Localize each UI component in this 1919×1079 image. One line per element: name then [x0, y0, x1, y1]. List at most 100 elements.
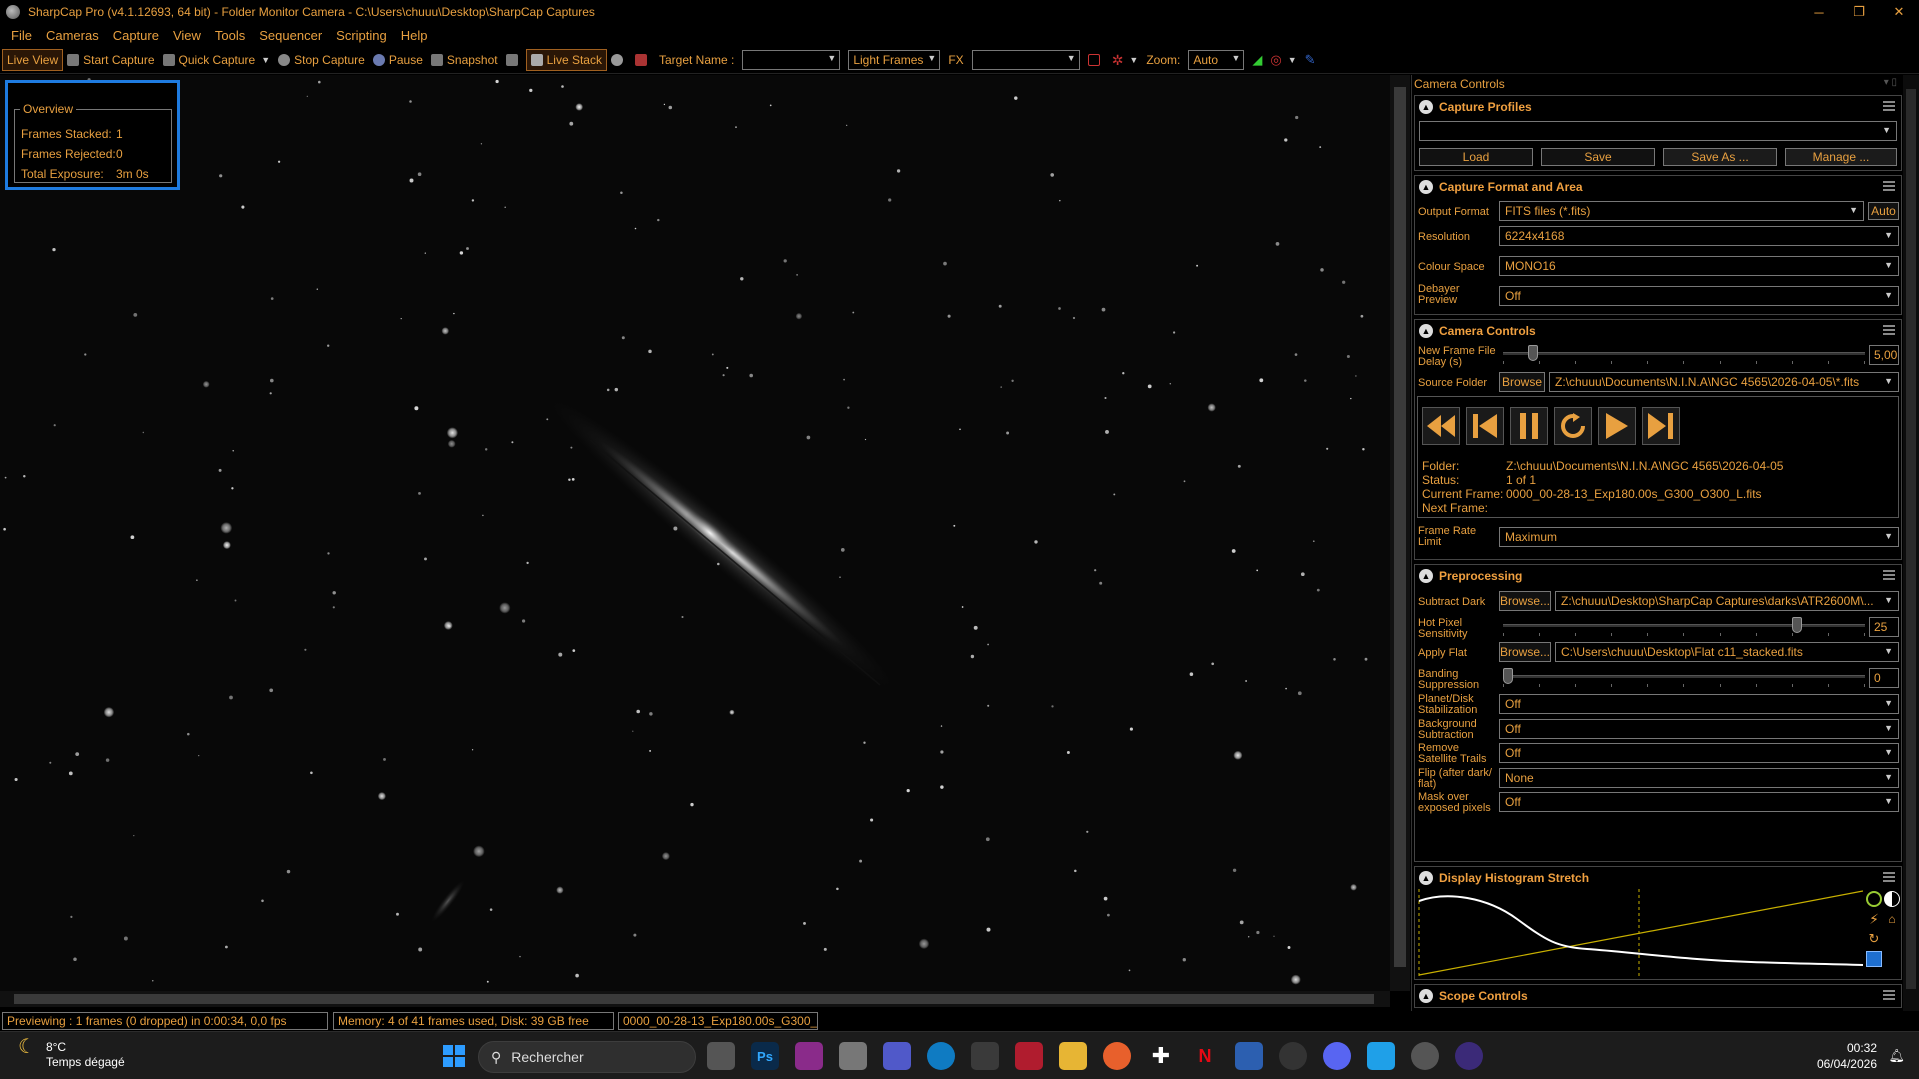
contrast-icon[interactable]: [1884, 891, 1900, 907]
zoom-select[interactable]: Auto ▼: [1188, 50, 1245, 70]
snipping-tool-icon[interactable]: [795, 1042, 823, 1070]
menu-icon[interactable]: [1883, 325, 1895, 335]
menu-capture[interactable]: Capture: [106, 28, 166, 43]
restore-button[interactable]: ❐: [1839, 0, 1879, 24]
lock-icon[interactable]: ⌂: [1884, 911, 1900, 927]
manage-profiles-button[interactable]: Manage ...: [1785, 148, 1897, 166]
frame-rate-limit-select[interactable]: Maximum ▼: [1499, 527, 1899, 547]
auto-format-button[interactable]: Auto: [1868, 202, 1899, 220]
source-folder-select[interactable]: Z:\chuuu\Documents\N.I.N.A\NGC 4565\2026…: [1549, 372, 1899, 392]
background-subtraction-select[interactable]: Off ▼: [1499, 719, 1899, 739]
panel-scrollbar[interactable]: [1903, 75, 1919, 1011]
save-as-profile-button[interactable]: Save As ...: [1663, 148, 1777, 166]
satellite-trails-select[interactable]: Off ▼: [1499, 743, 1899, 763]
pin-icon[interactable]: ▾ ▯: [1884, 77, 1897, 88]
apply-flat-select[interactable]: C:\Users\chuuu\Desktop\Flat c11_stacked.…: [1555, 642, 1899, 662]
output-format-select[interactable]: FITS files (*.fits) ▼: [1499, 201, 1864, 221]
planet-stabilization-select[interactable]: Off ▼: [1499, 694, 1899, 714]
slider-knob[interactable]: [1503, 668, 1513, 684]
image-viewport[interactable]: [0, 75, 1390, 991]
target-name-input[interactable]: ▼: [742, 50, 841, 70]
hot-pixel-slider[interactable]: [1503, 617, 1865, 637]
menu-icon[interactable]: [1883, 872, 1895, 882]
edge-icon[interactable]: [927, 1042, 955, 1070]
scroll-thumb[interactable]: [1906, 89, 1916, 989]
banding-slider[interactable]: [1503, 668, 1865, 688]
app-icon-red[interactable]: [1015, 1042, 1043, 1070]
collapse-icon[interactable]: ▲: [1419, 989, 1433, 1003]
camera-controls-header[interactable]: ▲ Camera Controls: [1415, 320, 1901, 342]
banding-value[interactable]: 0: [1869, 668, 1899, 688]
image-horizontal-scrollbar[interactable]: [0, 991, 1390, 1007]
browse-source-folder-button[interactable]: Browse: [1499, 372, 1545, 392]
subtract-dark-select[interactable]: Z:\chuuu\Desktop\SharpCap Captures\darks…: [1555, 591, 1899, 611]
histogram-button[interactable]: ◢: [1248, 49, 1266, 71]
target-icon-button[interactable]: [631, 49, 655, 71]
menu-view[interactable]: View: [166, 28, 208, 43]
flip-select[interactable]: None ▼: [1499, 768, 1899, 788]
nina-icon[interactable]: [1279, 1042, 1307, 1070]
collapse-icon[interactable]: ▲: [1419, 324, 1433, 338]
astro-app-icon[interactable]: [1455, 1042, 1483, 1070]
histogram-plot[interactable]: [1417, 889, 1863, 977]
menu-cameras[interactable]: Cameras: [39, 28, 106, 43]
remote-desktop-icon[interactable]: [1235, 1042, 1263, 1070]
minimize-button[interactable]: ─: [1799, 0, 1839, 24]
load-profile-button[interactable]: Load: [1419, 148, 1533, 166]
capture-format-header[interactable]: ▲ Capture Format and Area: [1415, 176, 1901, 198]
teams-icon[interactable]: [883, 1042, 911, 1070]
browse-dark-button[interactable]: Browse...: [1499, 591, 1551, 611]
file-explorer-icon[interactable]: [1059, 1042, 1087, 1070]
start-capture-button[interactable]: Start Capture: [63, 49, 158, 71]
collapse-icon[interactable]: ▲: [1419, 100, 1433, 114]
monitor-button[interactable]: [502, 49, 526, 71]
menu-icon[interactable]: [1883, 101, 1895, 111]
menu-scripting[interactable]: Scripting: [329, 28, 394, 43]
lightning-icon[interactable]: ⚡: [1866, 911, 1882, 927]
chat-app-icon[interactable]: [1367, 1042, 1395, 1070]
fx-select[interactable]: ▼: [971, 50, 1080, 70]
colour-space-select[interactable]: MONO16 ▼: [1499, 256, 1899, 276]
mask-exposed-select[interactable]: Off ▼: [1499, 792, 1899, 812]
weather-widget[interactable]: ☾ 8°C Temps dégagé: [18, 1037, 125, 1070]
menu-tools[interactable]: Tools: [208, 28, 252, 43]
reset-stretch-icon[interactable]: [1866, 891, 1882, 907]
previous-frame-button[interactable]: [1466, 407, 1504, 445]
play-button[interactable]: [1598, 407, 1636, 445]
quick-capture-button[interactable]: Quick Capture ▼: [159, 49, 275, 71]
polar-align-button[interactable]: ✎: [1301, 49, 1320, 71]
close-button[interactable]: ✕: [1879, 0, 1919, 24]
slider-knob[interactable]: [1791, 617, 1802, 633]
collapse-icon[interactable]: ▲: [1419, 871, 1433, 885]
snapshot-button[interactable]: Snapshot: [427, 49, 502, 71]
crosshair-button[interactable]: ✲ ▼: [1108, 49, 1143, 71]
menu-icon[interactable]: [1883, 570, 1895, 580]
search-box[interactable]: ⚲ Rechercher: [478, 1041, 696, 1073]
image-vertical-scrollbar[interactable]: [1390, 75, 1410, 991]
histogram-header[interactable]: ▲ Display Histogram Stretch: [1415, 867, 1901, 889]
firefox-icon[interactable]: [1103, 1042, 1131, 1070]
preprocessing-header[interactable]: ▲ Preprocessing: [1415, 565, 1901, 587]
store-icon[interactable]: [839, 1042, 867, 1070]
netflix-icon[interactable]: N: [1191, 1042, 1219, 1070]
scope-controls-header[interactable]: ▲ Scope Controls: [1415, 985, 1901, 1007]
stop-capture-button[interactable]: Stop Capture: [274, 49, 369, 71]
scroll-thumb[interactable]: [14, 994, 1374, 1004]
collapse-icon[interactable]: ▲: [1419, 180, 1433, 194]
menu-sequencer[interactable]: Sequencer: [252, 28, 329, 43]
clock[interactable]: 00:32 06/04/2026: [1817, 1040, 1877, 1072]
new-frame-delay-slider[interactable]: [1503, 345, 1865, 365]
new-frame-delay-value[interactable]: 5,00: [1869, 345, 1899, 365]
frame-type-select[interactable]: Light Frames ▼: [848, 50, 941, 70]
sharpcap-taskbar-icon[interactable]: [1411, 1042, 1439, 1070]
pause-button[interactable]: Pause: [369, 49, 427, 71]
pause-playback-button[interactable]: [1510, 407, 1548, 445]
capture-profiles-header[interactable]: ▲ Capture Profiles: [1415, 96, 1901, 118]
collapse-icon[interactable]: ▲: [1419, 569, 1433, 583]
capture-profile-select[interactable]: ▼: [1419, 121, 1897, 141]
menu-help[interactable]: Help: [394, 28, 435, 43]
record-button[interactable]: [607, 49, 631, 71]
plus-app-icon[interactable]: ✚: [1147, 1042, 1175, 1070]
chevron-down-icon[interactable]: ▼: [1288, 55, 1297, 65]
menu-icon[interactable]: [1883, 181, 1895, 191]
